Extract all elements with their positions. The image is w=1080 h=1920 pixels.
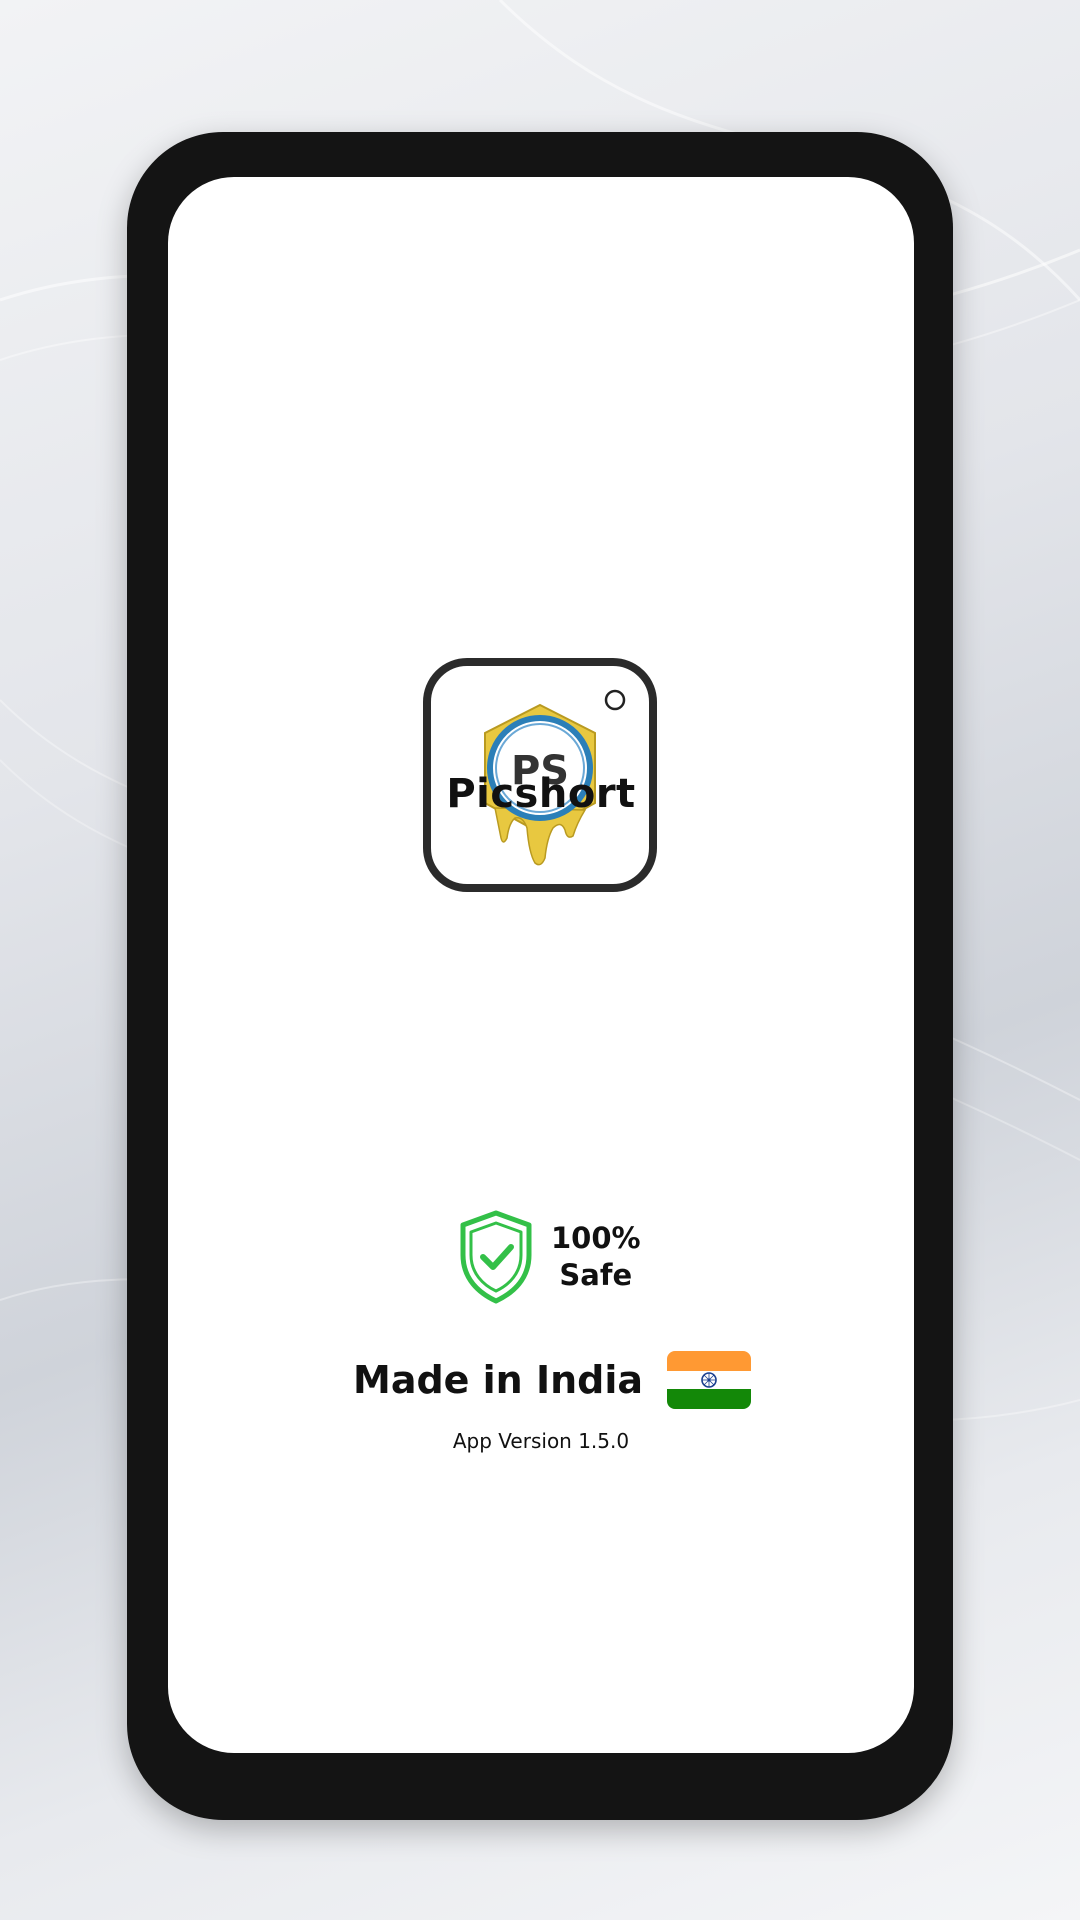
app-version: App Version 1.5.0 <box>452 1429 630 1453</box>
safe-percent: 100% <box>551 1221 641 1255</box>
safe-word: Safe <box>559 1258 633 1292</box>
app-name: Picshort <box>446 771 636 817</box>
splash-screen: PS Picshort 100% Safe Made in India App … <box>168 177 914 1753</box>
india-flag-icon <box>667 1351 752 1409</box>
made-in-india-text: Made in India <box>353 1358 644 1402</box>
safe-badge: 100% Safe <box>459 1207 641 1307</box>
made-in-india-row: Made in India <box>353 1350 752 1410</box>
shield-check-icon <box>460 1210 532 1304</box>
safe-label: 100% Safe <box>551 1220 641 1294</box>
phone-frame: PS Picshort 100% Safe Made in India App … <box>127 132 953 1820</box>
